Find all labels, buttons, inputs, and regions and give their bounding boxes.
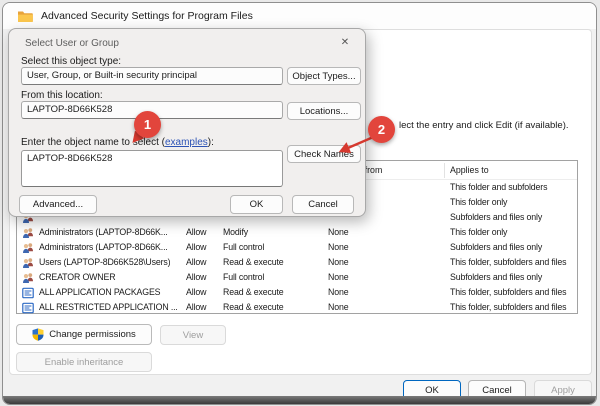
app-package-icon: [22, 286, 34, 298]
locations-button[interactable]: Locations...: [287, 102, 361, 120]
examples-link[interactable]: examples: [165, 137, 208, 148]
column-header-applies-to[interactable]: Applies to: [450, 161, 489, 180]
view-button[interactable]: View: [160, 325, 226, 345]
enter-object-name-label: Enter the object name to select (example…: [21, 137, 214, 148]
object-type-field[interactable]: User, Group, or Built-in security princi…: [21, 67, 283, 85]
users-group-icon: [22, 241, 34, 253]
dialog-ok-button[interactable]: OK: [230, 195, 283, 214]
dialog-cancel-button[interactable]: Cancel: [292, 195, 354, 214]
window-title: Advanced Security Settings for Program F…: [41, 10, 253, 22]
dialog-title: Select User or Group: [25, 38, 119, 49]
label-text: ):: [208, 137, 214, 148]
object-name-input[interactable]: LAPTOP-8D66K528: [21, 150, 283, 187]
permission-entry-row[interactable]: ALL APPLICATION PACKAGES Allow Read & ex…: [17, 285, 577, 300]
permission-entry-row[interactable]: ALL RESTRICTED APPLICATION ... Allow Rea…: [17, 300, 577, 315]
app-package-icon: [22, 301, 34, 313]
advanced-button[interactable]: Advanced...: [19, 195, 97, 214]
object-type-label: Select this object type:: [21, 56, 121, 67]
uac-shield-icon: [32, 328, 44, 341]
select-user-or-group-dialog: Select User or Group ✕ Select this objec…: [8, 28, 366, 217]
change-permissions-button[interactable]: Change permissions: [16, 324, 152, 345]
change-permissions-label: Change permissions: [49, 329, 136, 340]
permission-entry-row[interactable]: Users (LAPTOP-8D66K528\Users) Allow Read…: [17, 255, 577, 270]
permission-entry-row[interactable]: Administrators (LAPTOP-8D66K... Allow Mo…: [17, 225, 577, 240]
permission-entry-row[interactable]: Administrators (LAPTOP-8D66K... Allow Fu…: [17, 240, 577, 255]
check-names-button[interactable]: Check Names: [287, 145, 361, 163]
folder-icon: [17, 9, 33, 23]
users-group-icon: [22, 226, 34, 238]
header-separator: [444, 163, 445, 178]
from-location-label: From this location:: [21, 90, 103, 101]
step2-badge: 2: [368, 116, 395, 143]
enable-inheritance-button[interactable]: Enable inheritance: [16, 352, 152, 372]
label-text: Enter the object name to select (: [21, 137, 165, 148]
screenshot-stage: Advanced Security Settings for Program F…: [0, 0, 600, 406]
users-group-icon: [22, 271, 34, 283]
object-types-button[interactable]: Object Types...: [287, 67, 361, 85]
window-bottom-edge: [3, 396, 596, 404]
instruction-text-fragment: lect the entry and click Edit (if availa…: [399, 120, 569, 131]
close-icon[interactable]: ✕: [337, 35, 353, 51]
step1-badge: 1: [134, 111, 161, 138]
window-titlebar[interactable]: Advanced Security Settings for Program F…: [3, 3, 596, 29]
users-group-icon: [22, 256, 34, 268]
permission-entry-row[interactable]: CREATOR OWNER Allow Full control None Su…: [17, 270, 577, 285]
